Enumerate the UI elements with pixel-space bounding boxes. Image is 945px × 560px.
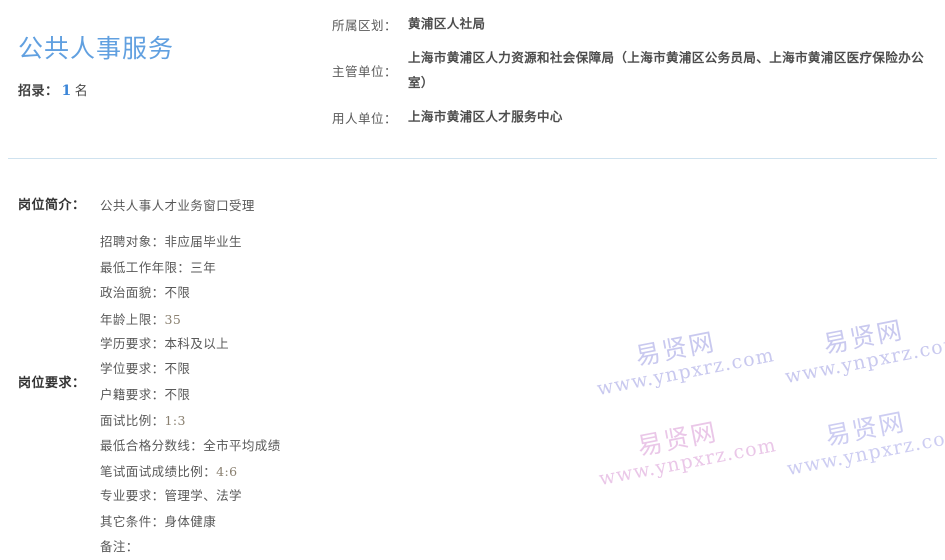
written-interview-ratio-value: 4:6	[216, 463, 238, 479]
header-info-table: 所属区划： 黄浦区人社局 主管单位： 上海市黄浦区人力资源和社会保障局（上海市黄…	[332, 12, 932, 140]
info-label-employer: 用人单位：	[332, 111, 398, 126]
detail-line-remark: 备注：	[100, 540, 139, 555]
recruit-label: 招录：	[18, 83, 59, 98]
interview-ratio-value: 1:3	[164, 413, 186, 429]
detail-line-degree: 学位要求：不限	[100, 362, 191, 377]
age-limit-value: 35	[164, 311, 182, 327]
detail-line-political-status: 政治面貌：不限	[100, 286, 191, 301]
detail-line-written-interview-ratio: 笔试面试成绩比例：4:6	[100, 459, 945, 484]
job-posting-page: 公共人事服务 招录： 1 名 所属区划： 黄浦区人社局 主管单位： 上海市黄浦区人力…	[0, 0, 945, 554]
detail-line-household-registration: 户籍要求：不限	[100, 387, 191, 402]
info-value-employer: 上海市黄浦区人才服务中心	[408, 110, 563, 125]
detail-line-min-work-years: 最低工作年限：三年	[100, 260, 217, 275]
info-value-district: 黄浦区人社局	[408, 17, 486, 31]
info-label-district: 所属区划：	[332, 18, 398, 33]
job-requirement-label: 岗位要求：	[18, 375, 86, 390]
detail-line-recruit-target: 招聘对象：非应届毕业生	[100, 235, 242, 250]
info-label-supervising-unit: 主管单位：	[332, 65, 398, 80]
posting-detail: 岗位简介： 岗位要求： 公共人事人才业务窗口受理 招聘对象：非应届毕业生 最低工…	[0, 158, 945, 560]
detail-line-other-conditions: 其它条件：身体健康	[100, 514, 217, 529]
info-row-employer: 用人单位： 上海市黄浦区人才服务中心	[332, 105, 932, 129]
detail-line-interview-ratio: 面试比例：1:3	[100, 408, 945, 433]
job-intro-label: 岗位简介：	[18, 197, 86, 212]
info-row-supervising-unit: 主管单位： 上海市黄浦区人力资源和社会保障局（上海市黄浦区公务员局、上海市黄浦区…	[332, 46, 932, 95]
detail-block: 岗位简介： 岗位要求： 公共人事人才业务窗口受理 招聘对象：非应届毕业生 最低工…	[0, 158, 945, 560]
detail-line-age-limit: 年龄上限：35	[100, 307, 945, 332]
info-row-district: 所属区划： 黄浦区人社局	[332, 12, 932, 36]
job-intro-text: 公共人事人才业务窗口受理	[100, 199, 255, 213]
recruit-unit: 名	[74, 83, 89, 98]
recruit-count-value: 1	[61, 83, 72, 99]
page-title: 公共人事服务	[18, 35, 175, 63]
written-interview-ratio-prefix: 笔试面试成绩比例：	[100, 464, 217, 479]
detail-line-list: 公共人事人才业务窗口受理 招聘对象：非应届毕业生 最低工作年限：三年 政治面貌：…	[100, 158, 945, 560]
detail-line-min-pass-score: 最低合格分数线：全市平均成绩	[100, 438, 281, 453]
detail-line-education: 学历要求：本科及以上	[100, 336, 230, 351]
interview-ratio-prefix: 面试比例：	[100, 414, 165, 429]
age-limit-prefix: 年龄上限：	[100, 312, 165, 327]
recruit-count-line: 招录： 1 名	[18, 80, 318, 99]
posting-header: 公共人事服务 招录： 1 名 所属区划： 黄浦区人社局 主管单位： 上海市黄浦区人力…	[0, 0, 945, 158]
detail-line-major: 专业要求：管理学、法学	[100, 489, 242, 504]
info-value-supervising-unit: 上海市黄浦区人力资源和社会保障局（上海市黄浦区公务员局、上海市黄浦区医疗保险办公…	[408, 51, 925, 90]
header-left-column: 公共人事服务 招录： 1 名	[18, 34, 318, 99]
